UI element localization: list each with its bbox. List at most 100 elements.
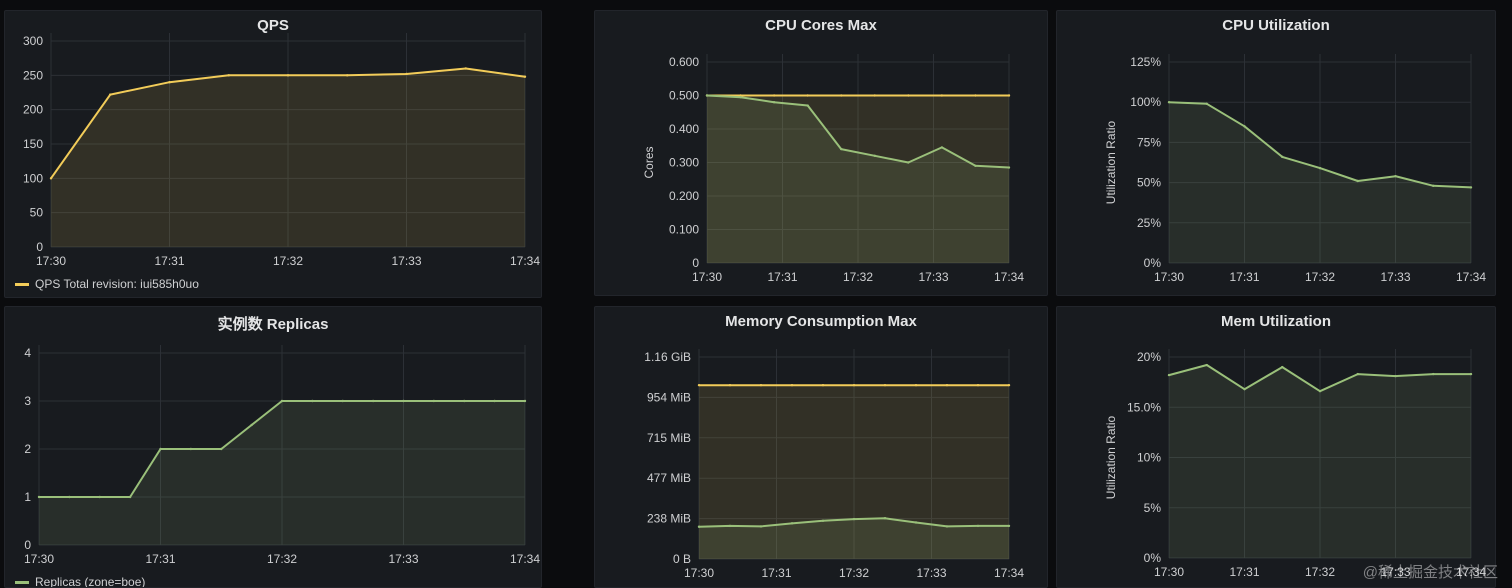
qps-series-0-point[interactable] — [286, 74, 290, 77]
replicas-series-0-point[interactable] — [250, 423, 253, 427]
memory-series-1-point[interactable] — [728, 524, 732, 528]
mem_util-series-0-point[interactable] — [1432, 372, 1435, 376]
mem_util-series-0-point[interactable] — [1281, 365, 1284, 369]
replicas-series-0-point[interactable] — [98, 495, 101, 499]
cpu_cores-series-0-point[interactable] — [806, 94, 809, 97]
cpu_cores-series-0-point[interactable] — [907, 94, 910, 97]
cpu_cores-series-1-point[interactable] — [705, 94, 709, 97]
replicas-series-0-point[interactable] — [402, 399, 405, 403]
replicas-series-0-point[interactable] — [463, 399, 466, 403]
qps-series-0-point[interactable] — [346, 74, 349, 77]
cpu_cores-series-0-point[interactable] — [772, 94, 776, 97]
cpu_util-series-0-point[interactable] — [1394, 174, 1397, 178]
replicas-legend[interactable]: Replicas (zone=boe) — [15, 575, 145, 587]
cpu_util-series-0-point[interactable] — [1432, 184, 1435, 188]
replicas-series-0-point[interactable] — [432, 399, 436, 403]
cpu_cores-series-1-point[interactable] — [772, 101, 776, 104]
memory-series-1-point[interactable] — [790, 522, 794, 525]
cpu_cores-xtick-label: 17:34 — [994, 270, 1024, 284]
mem_util-series-0-point[interactable] — [1243, 387, 1246, 391]
memory-series-0-point[interactable] — [728, 383, 732, 387]
replicas-xtick-label: 17:33 — [388, 552, 418, 566]
memory-series-0-point[interactable] — [914, 383, 918, 387]
cpu_cores-series-1-point[interactable] — [739, 95, 742, 99]
cpu_cores-series-1-point[interactable] — [907, 161, 910, 164]
qps-ytick-label: 150 — [23, 137, 43, 151]
memory-series-1-point[interactable] — [821, 519, 825, 523]
qps-series-0-point[interactable] — [405, 72, 408, 76]
mem_util-series-0-point[interactable] — [1205, 363, 1208, 367]
cpu_util-series-0-point[interactable] — [1243, 125, 1246, 128]
qps-series-0-point[interactable] — [109, 93, 112, 96]
qps-series-0-point[interactable] — [523, 75, 527, 78]
replicas-series-0-point[interactable] — [220, 447, 223, 451]
memory-series-0-point[interactable] — [697, 383, 701, 387]
cpu_cores-series-0-point[interactable] — [840, 94, 843, 97]
cpu_cores-xtick-label: 17:33 — [918, 270, 948, 284]
replicas-series-0-point[interactable] — [37, 495, 41, 499]
qps-panel: QPS 0 50 100 150 200 250 300 17:30 17:31 17:32 17:… — [4, 10, 542, 298]
memory-series-0-point[interactable] — [852, 383, 856, 387]
cpu_cores-series-0-point[interactable] — [873, 94, 876, 97]
qps-series-0-point[interactable] — [49, 177, 53, 180]
memory-chart: 0 B 238 MiB 477 MiB 715 MiB 954 MiB 1.16 GiB 1… — [644, 349, 1024, 580]
replicas-series-0-point[interactable] — [68, 495, 71, 499]
cpu_cores-series-1-point[interactable] — [940, 146, 944, 149]
qps-series-0-point[interactable] — [168, 81, 171, 84]
memory-series-0-point[interactable] — [1007, 383, 1011, 387]
cpu_util-series-0-point[interactable] — [1318, 166, 1322, 170]
memory-series-0-point[interactable] — [759, 383, 763, 387]
cpu_cores-series-0-point[interactable] — [1007, 94, 1011, 97]
memory-series-1-point[interactable] — [697, 525, 701, 528]
memory-series-0-point[interactable] — [945, 383, 949, 387]
replicas-series-0-point[interactable] — [341, 399, 344, 403]
cpu_cores-series-1-point[interactable] — [974, 164, 977, 168]
memory-series-1-point[interactable] — [914, 521, 918, 524]
mem_util-series-0-point[interactable] — [1167, 373, 1171, 377]
replicas-series-0-point[interactable] — [128, 495, 132, 499]
memory-series-1-point[interactable] — [1007, 524, 1011, 528]
memory-series-0-point[interactable] — [883, 383, 887, 387]
cpu_cores-series-1-point[interactable] — [840, 147, 843, 151]
cpu_util-series-0-point[interactable] — [1167, 101, 1171, 104]
mem_util-series-0-point[interactable] — [1394, 374, 1397, 378]
replicas-series-0-point[interactable] — [493, 399, 496, 403]
cpu_util-xtick-label: 17:33 — [1380, 270, 1410, 284]
replicas-series-0-point[interactable] — [523, 399, 527, 403]
replicas-chart: 0 1 2 3 4 17:30 17:31 17:32 17:33 17:34 — [24, 345, 540, 566]
mem_util-series-0-point[interactable] — [1318, 389, 1322, 393]
qps-series-0-point[interactable] — [227, 74, 230, 77]
qps-xtick-label: 17:33 — [391, 254, 421, 268]
mem_util-ytick-label: 15.0% — [1127, 400, 1161, 414]
cpu_cores-ylabel: Cores — [642, 146, 656, 178]
cpu_util-series-0-point[interactable] — [1281, 155, 1284, 159]
mem_util-series-0-point[interactable] — [1356, 372, 1359, 376]
memory-series-0-point[interactable] — [821, 383, 825, 387]
cpu_util-series-0-point[interactable] — [1205, 102, 1208, 106]
memory-series-1-point[interactable] — [945, 525, 949, 528]
cpu-util-chart: 0% 25% 50% 75% 100% 125% 17:30 17:31 17:32 17:33 1… — [1104, 54, 1486, 284]
memory-series-1-point[interactable] — [852, 517, 856, 521]
cpu_cores-series-0-point[interactable] — [974, 94, 977, 97]
qps-legend[interactable]: QPS Total revision: iui585h0uo — [15, 277, 199, 291]
memory-xtick-label: 17:30 — [684, 566, 714, 580]
cpu_util-series-0-point[interactable] — [1356, 179, 1359, 183]
memory-series-0-point[interactable] — [976, 383, 980, 387]
replicas-series-0-point[interactable] — [371, 399, 375, 403]
memory-series-0-point[interactable] — [790, 383, 794, 387]
mem_util-series-0-point[interactable] — [1469, 372, 1473, 376]
cpu_cores-series-1-point[interactable] — [1007, 166, 1011, 169]
replicas-ytick-label: 1 — [24, 490, 31, 504]
memory-series-1-point[interactable] — [759, 525, 763, 528]
replicas-series-0-point[interactable] — [311, 399, 314, 403]
cpu_cores-series-1-point[interactable] — [873, 154, 876, 157]
memory-series-1-point[interactable] — [883, 517, 887, 520]
cpu_cores-series-1-point[interactable] — [806, 104, 809, 107]
cpu_util-series-0-point[interactable] — [1469, 186, 1473, 189]
replicas-series-0-point[interactable] — [189, 447, 193, 451]
replicas-series-0-point[interactable] — [159, 447, 162, 451]
qps-series-0-point[interactable] — [464, 67, 467, 70]
memory-series-1-point[interactable] — [976, 524, 980, 528]
replicas-series-0-point[interactable] — [280, 399, 284, 403]
cpu_cores-series-0-point[interactable] — [940, 94, 944, 97]
